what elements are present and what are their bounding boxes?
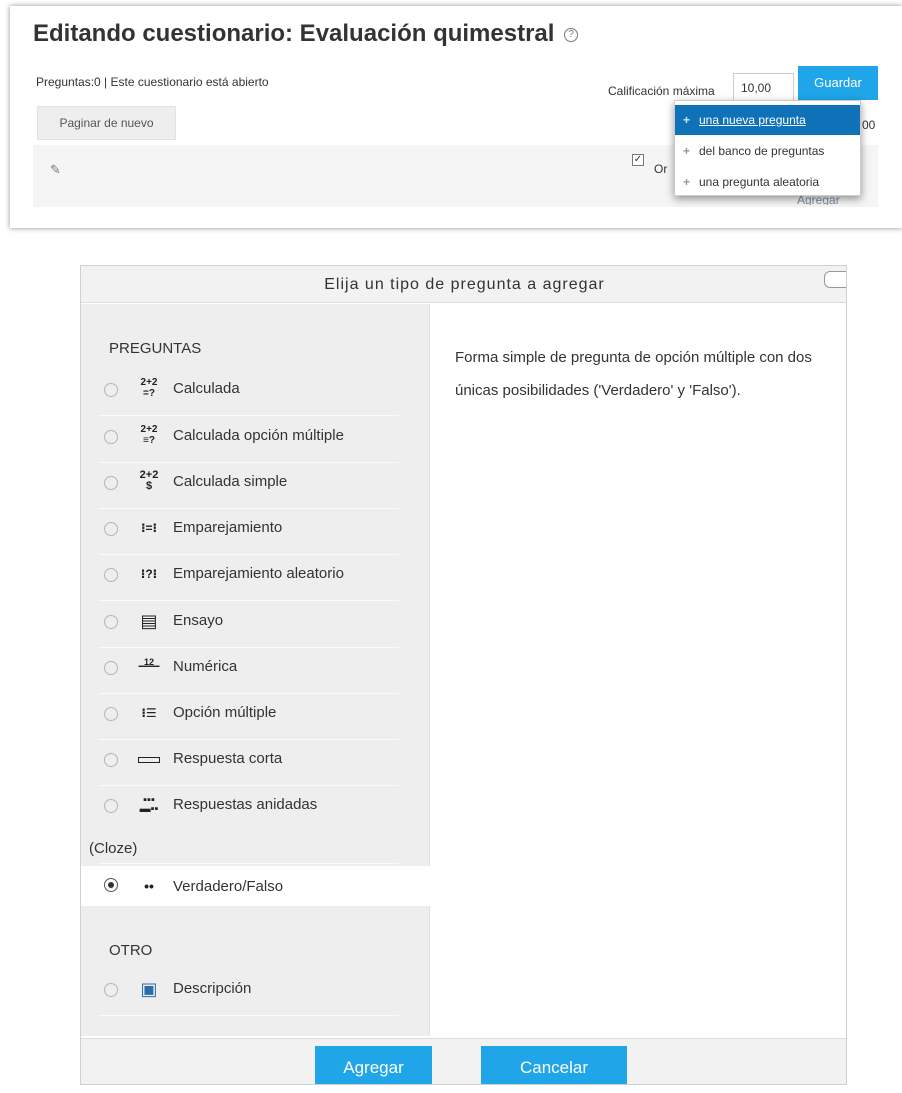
matching-icon: ⁝=⁝ xyxy=(140,521,158,535)
qtype-label: Calculada simple xyxy=(173,473,288,490)
qtype-label: Ensayo xyxy=(173,612,224,629)
repaginate-button[interactable]: Paginar de nuevo xyxy=(37,106,176,140)
radio-button[interactable] xyxy=(104,430,118,444)
partial-grade-text: 00 xyxy=(862,118,876,132)
add-button[interactable]: Agregar xyxy=(315,1046,432,1084)
radio-button[interactable] xyxy=(104,522,118,536)
dialog-header: Elija un tipo de pregunta a agregar xyxy=(81,266,846,303)
calculated-icon: 2+2 =? xyxy=(140,377,158,399)
plus-icon: + xyxy=(683,144,691,158)
qtype-true-false[interactable]: •• Verdadero/Falso xyxy=(81,866,430,906)
qtype-essay[interactable]: ▤ Ensayo xyxy=(99,602,399,648)
qtype-cloze[interactable]: ▪▪▪ ▬▪▪ Respuestas anidadas (Cloze) xyxy=(89,786,399,864)
page-title: Editando cuestionario: Evaluación quimes… xyxy=(33,20,579,48)
pencil-icon[interactable]: ✎ xyxy=(50,162,61,178)
radio-button[interactable] xyxy=(104,707,118,721)
add-dropdown-menu: + una nueva pregunta + del banco de pregun… xyxy=(674,100,861,196)
radio-button[interactable] xyxy=(104,476,118,490)
menu-item-random-question[interactable]: + una pregunta aleatoria xyxy=(675,167,860,197)
qtype-short-answer[interactable]: Respuesta corta xyxy=(99,740,399,786)
question-type-dialog: Elija un tipo de pregunta a agregar PREG… xyxy=(80,265,847,1085)
qtype-random-matching[interactable]: ⁝?⁝ Emparejamiento aleatorio xyxy=(99,555,399,601)
multichoice-icon: ⁝☰ xyxy=(141,706,157,720)
question-circle-icon[interactable]: ? xyxy=(564,27,579,42)
quiz-status: Preguntas:0 | Este cuestionario está abi… xyxy=(36,75,269,89)
qtype-numerical[interactable]: 12 ▔▔▔ Numérica xyxy=(99,648,399,694)
radio-button[interactable] xyxy=(104,383,118,397)
qtype-label: Respuesta corta xyxy=(173,750,283,767)
dialog-title: Elija un tipo de pregunta a agregar xyxy=(324,276,605,293)
page-title-text: Editando cuestionario: Evaluación quimes… xyxy=(33,20,555,47)
calculated-simple-icon: 2+2 $ xyxy=(139,469,159,492)
radio-button[interactable] xyxy=(104,615,118,629)
qtype-label: Respuestas anidadas xyxy=(173,796,318,813)
radio-button-selected[interactable] xyxy=(104,878,118,892)
menu-item-new-question[interactable]: + una nueva pregunta xyxy=(675,105,860,135)
qtype-label-line2: (Cloze) xyxy=(89,840,138,857)
menu-item-label: del banco de preguntas xyxy=(699,144,825,158)
qtype-label: Emparejamiento xyxy=(173,519,283,536)
qtype-label: Numérica xyxy=(173,658,238,675)
menu-item-question-bank[interactable]: + del banco de preguntas xyxy=(675,136,860,166)
save-button[interactable]: Guardar xyxy=(798,66,878,100)
question-type-list: PREGUNTAS 2+2 =? Calculada 2+2 ≡? Calculad… xyxy=(81,304,430,1036)
section-title-other: OTRO xyxy=(109,942,153,959)
menu-item-label: una pregunta aleatoria xyxy=(699,175,820,189)
qtype-label: Opción múltiple xyxy=(173,704,277,721)
essay-icon: ▤ xyxy=(140,611,158,631)
qtype-label: Emparejamiento aleatorio xyxy=(173,565,344,582)
qtype-multichoice[interactable]: ⁝☰ Opción múltiple xyxy=(99,694,399,740)
radio-button[interactable] xyxy=(104,661,118,675)
dialog-footer: Agregar Cancelar xyxy=(81,1038,846,1084)
cloze-icon: ▪▪▪ ▬▪▪ xyxy=(139,794,159,815)
qtype-matching[interactable]: ⁝=⁝ Emparejamiento xyxy=(99,509,399,555)
qtype-label: Descripción xyxy=(173,980,252,997)
qtype-calculated-multichoice[interactable]: 2+2 ≡? Calculada opción múltiple xyxy=(99,417,399,463)
qtype-description[interactable]: ▣ Descripción xyxy=(99,970,399,1016)
shuffle-label-partial: Or xyxy=(654,162,668,176)
radio-button[interactable] xyxy=(104,799,118,813)
radio-button[interactable] xyxy=(104,983,118,997)
radio-button[interactable] xyxy=(104,568,118,582)
true-false-icon: •• xyxy=(144,878,154,894)
qtype-label: Calculada opción múltiple xyxy=(173,427,344,444)
section-title-questions: PREGUNTAS xyxy=(109,340,202,357)
short-answer-icon xyxy=(137,747,161,771)
numerical-icon: 12 ▔▔▔ xyxy=(138,657,160,676)
cancel-button[interactable]: Cancelar xyxy=(481,1046,627,1084)
random-matching-icon: ⁝?⁝ xyxy=(140,567,158,581)
qtype-label: Calculada xyxy=(173,380,240,397)
menu-item-label: una nueva pregunta xyxy=(699,113,806,127)
qtype-calculated[interactable]: 2+2 =? Calculada xyxy=(99,370,399,416)
quiz-edit-panel: Editando cuestionario: Evaluación quimes… xyxy=(10,6,902,228)
plus-icon: + xyxy=(683,113,691,127)
qtype-calculated-simple[interactable]: 2+2 $ Calculada simple xyxy=(99,463,399,509)
qtype-label: Verdadero/Falso xyxy=(173,878,284,895)
max-grade-input[interactable]: 10,00 xyxy=(733,73,794,103)
qtype-description-text: Forma simple de pregunta de opción múlti… xyxy=(455,349,812,399)
description-icon: ▣ xyxy=(140,979,158,999)
close-icon[interactable] xyxy=(824,271,846,288)
calculated-multichoice-icon: 2+2 ≡? xyxy=(140,424,158,446)
radio-button[interactable] xyxy=(104,753,118,767)
plus-icon: + xyxy=(683,175,691,189)
shuffle-checkbox[interactable]: ✓ xyxy=(632,154,644,166)
max-grade-label: Calificación máxima xyxy=(608,84,715,98)
